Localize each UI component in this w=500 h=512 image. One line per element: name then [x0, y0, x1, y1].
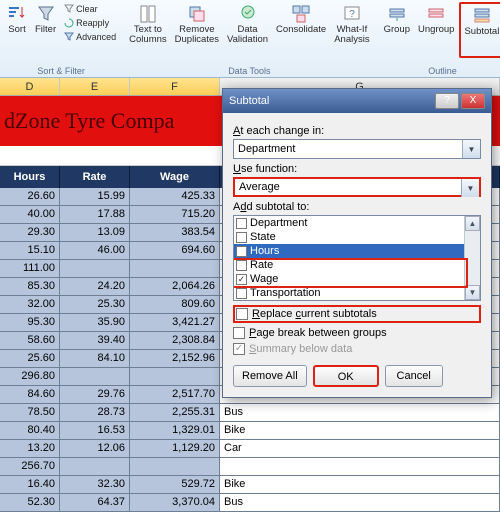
table-row[interactable]: 16.4032.30529.72Bike — [0, 476, 500, 494]
col-header-d[interactable]: D — [0, 78, 60, 95]
add-subtotal-to-label: Add subtotal to: — [233, 201, 481, 213]
col-header-f[interactable]: F — [130, 78, 220, 95]
col-header-e[interactable]: E — [60, 78, 130, 95]
table-row[interactable]: 80.4016.531,329.01Bike — [0, 422, 500, 440]
scrollbar[interactable]: ▲▼ — [464, 216, 480, 300]
table-row[interactable]: 13.2012.061,129.20Car — [0, 440, 500, 458]
page-break-checkbox[interactable]: Page break between groups — [233, 327, 481, 339]
summary-below-checkbox[interactable]: ✓Summary below data — [233, 343, 481, 355]
list-item[interactable]: Rate — [234, 258, 480, 272]
ok-button[interactable]: OK — [313, 365, 379, 387]
list-item[interactable]: Transportation — [234, 286, 480, 300]
sort-filter-group-label: Sort & Filter — [37, 64, 85, 76]
what-if-button[interactable]: ?What-If Analysis — [331, 2, 372, 58]
reapply-button[interactable]: Reapply — [61, 16, 118, 30]
chevron-down-icon[interactable]: ▼ — [462, 140, 480, 158]
svg-text:?: ? — [349, 9, 355, 20]
ungroup-button[interactable]: Ungroup — [415, 2, 457, 58]
at-each-change-label: AAt each change in:t each change in: — [233, 125, 481, 137]
header-wage: Wage — [130, 166, 220, 188]
sort-button[interactable]: Sort — [4, 2, 30, 58]
list-item[interactable]: Department — [234, 216, 480, 230]
cancel-button[interactable]: Cancel — [385, 365, 443, 387]
subtotal-dialog: Subtotal ? X AAt each change in:t each c… — [222, 88, 492, 398]
chevron-down-icon[interactable]: ▼ — [461, 179, 479, 197]
table-row[interactable]: 256.70 — [0, 458, 500, 476]
header-rate: Rate — [60, 166, 130, 188]
header-hours: Hours — [0, 166, 60, 188]
table-row[interactable]: 78.5028.732,255.31Bus — [0, 404, 500, 422]
ribbon-group-data-tools: Text to Columns Remove Duplicates Data V… — [122, 0, 376, 77]
help-window-button[interactable]: ? — [435, 93, 459, 109]
outline-group-label: Outline — [428, 64, 457, 76]
list-item[interactable]: State — [234, 230, 480, 244]
dialog-title: Subtotal — [229, 95, 433, 107]
clear-button[interactable]: Clear — [61, 2, 118, 16]
subtotal-button[interactable]: Subtotal — [459, 2, 500, 58]
filter-label: Filter — [35, 25, 56, 35]
close-window-button[interactable]: X — [461, 93, 485, 109]
ribbon-group-sort-filter: Sort Filter Clear Reapply Advanced Sort … — [0, 0, 122, 77]
scroll-up-icon[interactable]: ▲ — [465, 216, 480, 231]
replace-subtotals-checkbox[interactable]: Replace current subtotals — [233, 305, 481, 323]
scroll-down-icon[interactable]: ▼ — [465, 285, 480, 300]
use-function-combo[interactable]: Average▼ — [233, 177, 481, 197]
group-button[interactable]: Group — [381, 2, 413, 58]
data-tools-group-label: Data Tools — [228, 64, 270, 76]
list-item[interactable]: Hours — [234, 244, 480, 258]
table-row[interactable]: 52.3064.373,370.04Bus — [0, 494, 500, 512]
sort-label: Sort — [8, 25, 25, 35]
use-function-label: Use function: — [233, 163, 481, 175]
add-subtotal-listbox[interactable]: DepartmentStateHoursRate✓WageTransportat… — [233, 215, 481, 301]
remove-all-button[interactable]: Remove All — [233, 365, 307, 387]
dialog-titlebar[interactable]: Subtotal ? X — [223, 89, 491, 113]
at-each-change-combo[interactable]: Department▼ — [233, 139, 481, 159]
remove-duplicates-button[interactable]: Remove Duplicates — [172, 2, 222, 58]
advanced-button[interactable]: Advanced — [61, 30, 118, 44]
ribbon-group-outline: Group Ungroup Subtotal Outline — [377, 0, 500, 77]
ribbon: Sort Filter Clear Reapply Advanced Sort … — [0, 0, 500, 78]
filter-button[interactable]: Filter — [32, 2, 59, 58]
list-item[interactable]: ✓Wage — [234, 272, 480, 286]
data-validation-button[interactable]: Data Validation — [224, 2, 271, 58]
text-to-columns-button[interactable]: Text to Columns — [126, 2, 170, 58]
consolidate-button[interactable]: Consolidate — [273, 2, 329, 58]
